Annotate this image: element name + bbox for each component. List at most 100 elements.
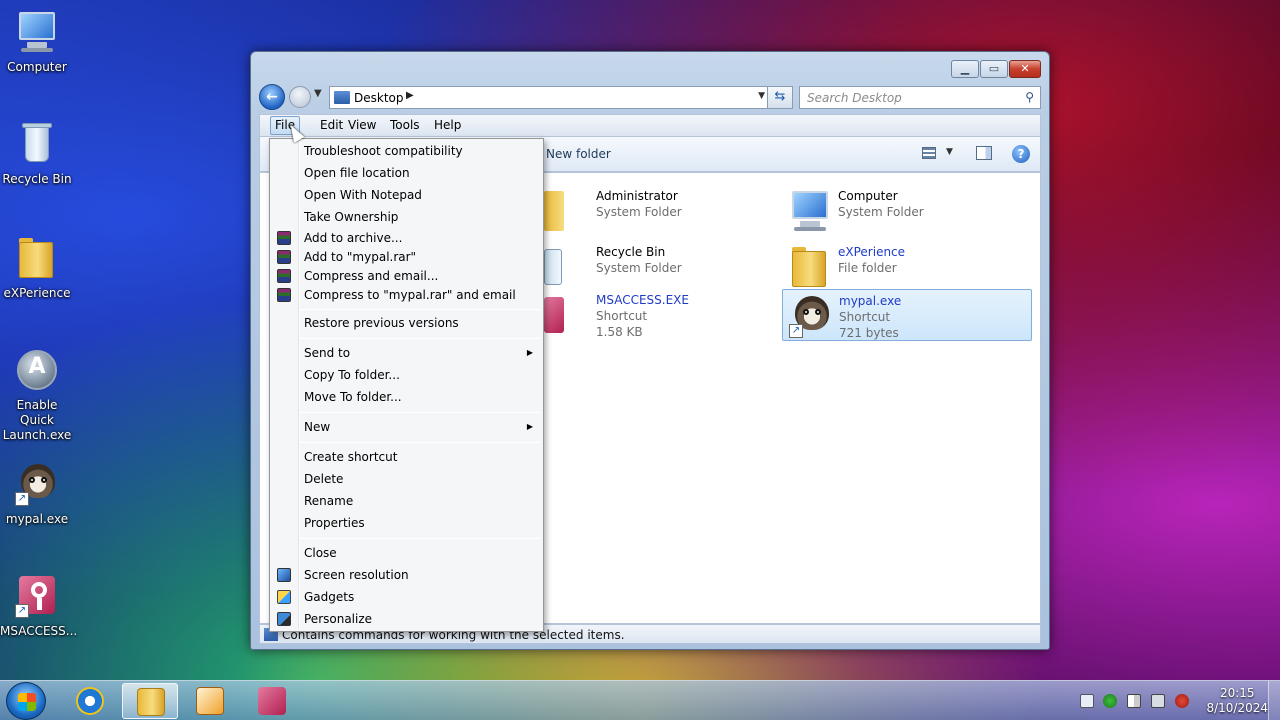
- clock-date: 8/10/2024: [1206, 701, 1268, 715]
- menu-item-restore-previous-versions[interactable]: Restore previous versions: [304, 316, 459, 330]
- show-desktop-button[interactable]: [1268, 681, 1280, 720]
- file-menu-dropdown: Troubleshoot compatibility Open file loc…: [269, 138, 544, 632]
- desktop-icon-enable-quick-launch[interactable]: A Enable Quick Launch.exe: [0, 346, 74, 443]
- menu-item-open-file-location[interactable]: Open file location: [304, 166, 410, 180]
- desktop-icon-msaccess[interactable]: ↗ MSACCESS...: [0, 572, 78, 639]
- close-icon: ✕: [1020, 62, 1030, 75]
- file-name: mypal.exe: [839, 294, 902, 308]
- taskbar-windows-explorer[interactable]: [122, 683, 178, 719]
- file-size: 1.58 KB: [596, 325, 643, 339]
- system-clock[interactable]: 20:15 8/10/2024: [1206, 686, 1268, 716]
- menu-separator: [300, 412, 540, 413]
- file-name: eXPerience: [838, 245, 906, 259]
- menu-bar: File Edit View Tools Help: [259, 114, 1041, 136]
- menu-item-personalize[interactable]: Personalize: [304, 612, 372, 626]
- file-item-computer[interactable]: Computer System Folder: [782, 185, 1032, 237]
- menu-help[interactable]: Help: [434, 118, 461, 132]
- submenu-arrow-icon: ▶: [526, 422, 533, 431]
- winrar-icon: [277, 250, 291, 264]
- taskbar-internet-explorer[interactable]: [62, 683, 118, 719]
- start-button[interactable]: [6, 682, 46, 720]
- address-breadcrumb[interactable]: Desktop: [354, 91, 404, 105]
- refresh-icon: ⇆: [774, 89, 786, 104]
- access-icon: ↗: [13, 572, 61, 620]
- view-dropdown-icon[interactable]: ▼: [946, 147, 953, 157]
- preview-pane-icon[interactable]: [976, 146, 992, 160]
- file-item-recycle-bin[interactable]: Recycle Bin System Folder: [540, 241, 790, 293]
- navigation-bar: ← ▼ Desktop ▶ ▼ ⇆ Search Desktop ⚲: [259, 84, 1041, 110]
- menu-item-add-to-rar[interactable]: Add to "mypal.rar": [304, 250, 416, 264]
- internet-explorer-icon: [76, 687, 104, 715]
- minimize-icon: ▁: [960, 62, 970, 75]
- breadcrumb-chevron-icon[interactable]: ▶: [406, 90, 414, 101]
- desktop-icon-recycle-bin[interactable]: Recycle Bin: [0, 120, 74, 187]
- file-item-mypal[interactable]: ↗ mypal.exe Shortcut 721 bytes: [782, 289, 1032, 341]
- taskbar-msaccess[interactable]: [244, 683, 300, 719]
- winrar-icon: [277, 269, 291, 283]
- network-icon[interactable]: [1103, 694, 1117, 708]
- desktop-icon-experience[interactable]: eXPerience: [0, 234, 74, 301]
- help-icon[interactable]: ?: [1012, 145, 1030, 163]
- search-input[interactable]: Search Desktop ⚲: [799, 86, 1041, 109]
- menu-item-move-to-folder[interactable]: Move To folder...: [304, 390, 402, 404]
- file-item-administrator[interactable]: Administrator System Folder: [540, 185, 790, 237]
- desktop-icon-label: Computer: [7, 60, 67, 74]
- file-name: Computer: [838, 189, 898, 203]
- maximize-button[interactable]: ▭: [980, 60, 1008, 78]
- file-type: File folder: [838, 261, 897, 275]
- address-bar[interactable]: Desktop ▶ ▼: [329, 86, 771, 109]
- menu-item-screen-resolution[interactable]: Screen resolution: [304, 568, 409, 582]
- new-folder-button[interactable]: New folder: [546, 147, 611, 161]
- minimize-button[interactable]: ▁: [951, 60, 979, 78]
- menu-tools[interactable]: Tools: [390, 118, 420, 132]
- winrar-icon: [277, 288, 291, 302]
- change-view-icon[interactable]: [922, 147, 936, 159]
- menu-item-compress-and-email[interactable]: Compress and email...: [304, 269, 438, 283]
- recycle-bin-icon: [13, 120, 61, 168]
- maximize-icon: ▭: [988, 62, 1000, 75]
- desktop-icon-label: Enable Quick Launch.exe: [2, 398, 72, 442]
- menu-item-gadgets[interactable]: Gadgets: [304, 590, 354, 604]
- menu-view[interactable]: View: [348, 118, 376, 132]
- menu-item-send-to[interactable]: Send to: [304, 346, 350, 360]
- desktop-icon-label: MSACCESS...: [0, 624, 78, 638]
- file-item-msaccess[interactable]: MSACCESS.EXE Shortcut 1.58 KB: [540, 289, 790, 341]
- desktop-icon-label: Recycle Bin: [2, 172, 72, 186]
- taskbar: 20:15 8/10/2024: [0, 680, 1280, 720]
- taskbar-media-player[interactable]: [182, 683, 238, 719]
- menu-item-create-shortcut[interactable]: Create shortcut: [304, 450, 397, 464]
- volume-muted-icon[interactable]: [1175, 694, 1189, 708]
- menu-item-properties[interactable]: Properties: [304, 516, 365, 530]
- menu-item-troubleshoot-compatibility[interactable]: Troubleshoot compatibility: [304, 144, 463, 158]
- device-icon[interactable]: [1151, 694, 1165, 708]
- search-icon[interactable]: ⚲: [1025, 90, 1034, 104]
- close-button[interactable]: ✕: [1009, 60, 1041, 78]
- menu-item-add-to-archive[interactable]: Add to archive...: [304, 231, 402, 245]
- windows-logo-icon: [18, 693, 36, 711]
- automator-icon: A: [13, 346, 61, 394]
- action-center-flag-icon[interactable]: [1127, 694, 1141, 708]
- file-type: System Folder: [596, 205, 682, 219]
- file-size: 721 bytes: [839, 326, 899, 340]
- desktop-icon-mypal[interactable]: ↗ mypal.exe: [0, 460, 74, 527]
- address-dropdown-icon[interactable]: ▼: [758, 91, 765, 101]
- refresh-button[interactable]: ⇆: [767, 86, 793, 109]
- file-item-experience[interactable]: eXPerience File folder: [782, 241, 1032, 293]
- menu-item-new[interactable]: New: [304, 420, 330, 434]
- recent-pages-button[interactable]: ▼: [314, 88, 322, 99]
- notes-icon[interactable]: [1080, 694, 1094, 708]
- menu-edit[interactable]: Edit: [320, 118, 343, 132]
- back-button[interactable]: ←: [259, 84, 285, 110]
- menu-item-compress-to-rar-and-email[interactable]: Compress to "mypal.rar" and email: [304, 288, 516, 302]
- menu-item-open-with-notepad[interactable]: Open With Notepad: [304, 188, 422, 202]
- desktop-folder-icon: [334, 91, 350, 104]
- menu-item-delete[interactable]: Delete: [304, 472, 343, 486]
- desktop-icon-computer[interactable]: Computer: [0, 8, 74, 75]
- menu-item-rename[interactable]: Rename: [304, 494, 353, 508]
- menu-item-close[interactable]: Close: [304, 546, 337, 560]
- forward-button[interactable]: [289, 86, 311, 108]
- menu-item-copy-to-folder[interactable]: Copy To folder...: [304, 368, 400, 382]
- menu-item-take-ownership[interactable]: Take Ownership: [304, 210, 398, 224]
- shortcut-arrow-icon: ↗: [15, 492, 29, 506]
- raccoon-icon: ↗: [13, 460, 61, 508]
